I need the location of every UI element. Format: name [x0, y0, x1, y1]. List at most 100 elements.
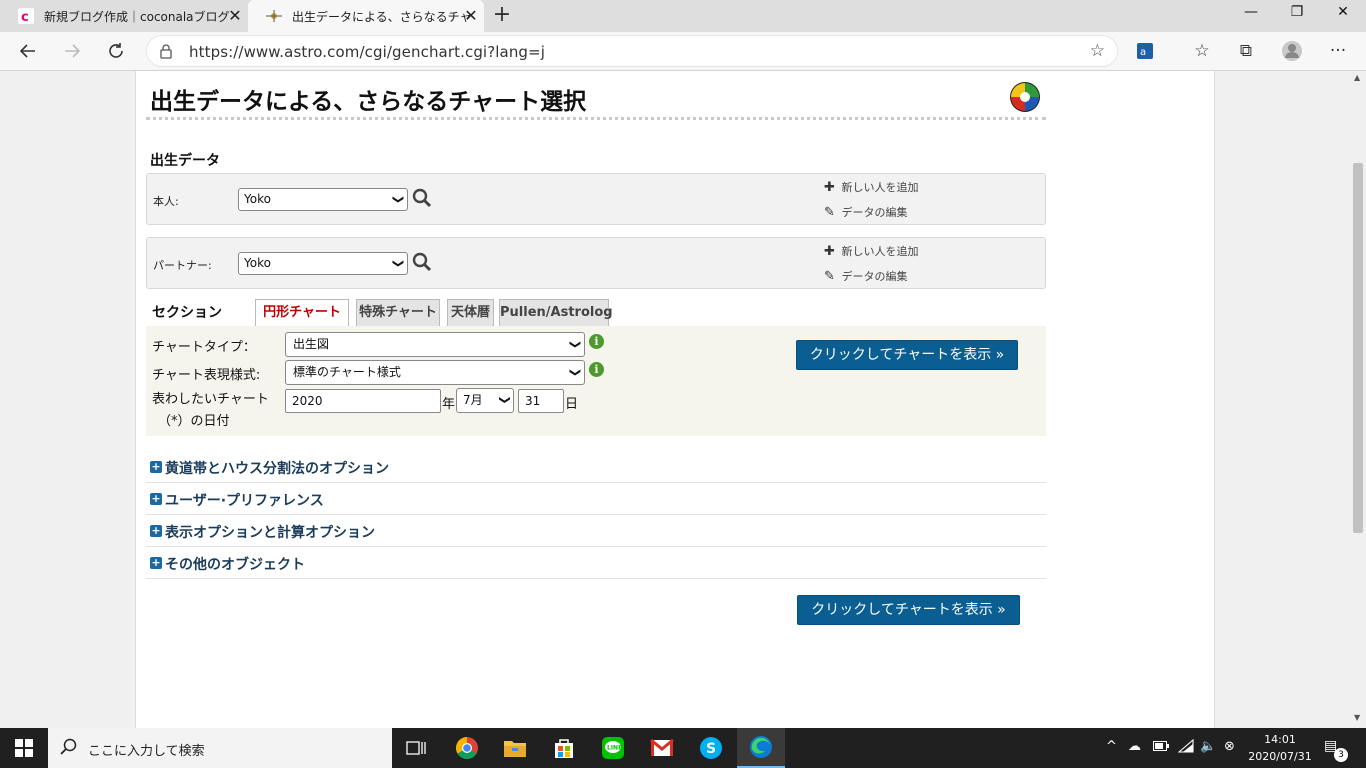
url-text: https://www.astro.com/cgi/genchart.cgi?l…	[189, 43, 545, 61]
date-label-line2: （*）の日付	[158, 414, 230, 429]
wifi-icon[interactable]	[1177, 738, 1194, 757]
address-bar[interactable]: https://www.astro.com/cgi/genchart.cgi?l…	[146, 35, 1118, 67]
scroll-up-icon[interactable]: ▲	[1354, 73, 1360, 82]
accordion-user-preferences[interactable]: + ユーザー·プリファレンス	[146, 483, 1046, 515]
accordion-display-calc-options[interactable]: + 表示オプションと計算オプション	[146, 515, 1046, 547]
taskbar-clock[interactable]: 14:01 2020/07/31	[1244, 731, 1316, 765]
tray-chevron-up-icon[interactable]: ^	[1106, 739, 1117, 754]
search-icon[interactable]	[412, 252, 432, 276]
accordion-other-objects[interactable]: + その他のオブジェクト	[146, 547, 1046, 579]
search-placeholder: ここに入力して検索	[88, 744, 205, 759]
tab-close-icon[interactable]: ✕	[226, 7, 244, 25]
back-arrow-icon[interactable]	[14, 38, 42, 64]
battery-icon[interactable]	[1153, 739, 1169, 755]
favorites-list-icon[interactable]: ☆	[1189, 39, 1215, 63]
edge-icon[interactable]	[737, 728, 785, 768]
person-select-partner[interactable]: Yoko ❯	[238, 252, 408, 275]
coconala-favicon-icon: c	[18, 8, 34, 24]
chart-style-select[interactable]: 標準のチャート様式 ❯	[285, 360, 585, 385]
section-label: セクション	[152, 305, 222, 321]
chrome-icon[interactable]	[443, 728, 491, 768]
scroll-down-icon[interactable]: ▼	[1354, 713, 1360, 722]
favorite-star-icon[interactable]: ☆	[1090, 41, 1105, 61]
day-input[interactable]: 31	[518, 389, 564, 413]
tab-circle-chart[interactable]: 円形チャート	[255, 299, 349, 326]
edit-data-link[interactable]: ✎ データの編集	[824, 268, 908, 284]
tab-pullen-astrolog[interactable]: Pullen/Astrolog	[499, 299, 613, 326]
astrodienst-logo-icon[interactable]	[1009, 81, 1041, 117]
show-chart-button-bottom[interactable]: クリックしてチャートを表示 »	[797, 595, 1020, 625]
extension-icon[interactable]: a	[1132, 39, 1158, 63]
status-x-icon[interactable]: ⊗	[1224, 739, 1235, 754]
accordion-label: 黄道帯とハウス分割法のオプション	[165, 461, 389, 477]
refresh-icon[interactable]	[102, 38, 130, 64]
svg-text:c: c	[21, 10, 29, 24]
plus-icon: ✚	[824, 244, 835, 259]
restore-button[interactable]: ❐	[1274, 0, 1320, 26]
search-icon[interactable]	[412, 188, 432, 212]
gmail-icon[interactable]	[638, 728, 686, 768]
onedrive-cloud-icon[interactable]: ☁	[1128, 739, 1141, 754]
show-chart-button[interactable]: クリックしてチャートを表示 »	[796, 340, 1018, 370]
task-view-icon[interactable]	[392, 728, 440, 768]
accordion-label: ユーザー·プリファレンス	[165, 493, 324, 509]
add-person-link[interactable]: ✚ 新しい人を追加	[824, 179, 919, 195]
accordion-zodiac-house-options[interactable]: + 黄道帯とハウス分割法のオプション	[146, 451, 1046, 483]
tab-close-icon[interactable]: ✕	[462, 7, 480, 25]
browser-tab-astro[interactable]: 出生データによる、さらなるチャート選択 ✕	[248, 0, 484, 32]
collections-icon[interactable]: ⧉	[1233, 39, 1259, 63]
browser-toolbar: https://www.astro.com/cgi/genchart.cgi?l…	[0, 32, 1366, 71]
page-scrollbar[interactable]: ▲ ▼	[1350, 71, 1366, 728]
page-title: 出生データによる、さらなるチャート選択	[150, 89, 587, 115]
tab-special-chart[interactable]: 特殊チャート	[356, 299, 440, 326]
tab-title: 出生データによる、さらなるチャート選択	[292, 9, 470, 24]
select-value: Yoko	[244, 256, 271, 270]
search-icon	[60, 738, 78, 760]
page-viewport: 出生データによる、さらなるチャート選択 出生データ 本人: Yoko ❯ ✚ 新…	[0, 71, 1350, 728]
select-value: 出生図	[293, 337, 330, 351]
volume-icon[interactable]: 🔈	[1200, 739, 1216, 754]
file-explorer-icon[interactable]	[491, 728, 539, 768]
title-divider	[146, 117, 1046, 120]
chart-style-label: チャート表現様式:	[152, 368, 261, 383]
edit-data-text: データの編集	[841, 206, 908, 219]
skype-icon[interactable]: S	[687, 728, 735, 768]
plus-icon: ✚	[824, 180, 835, 195]
scrollbar-thumb[interactable]	[1353, 163, 1363, 533]
clock-time: 14:01	[1264, 733, 1296, 746]
svg-text:LINE: LINE	[607, 745, 622, 752]
minimize-button[interactable]: —	[1228, 0, 1274, 26]
new-tab-button[interactable]: +	[490, 4, 514, 28]
accordion-label: 表示オプションと計算オプション	[165, 525, 375, 541]
line-app-icon[interactable]: LINE	[589, 728, 637, 768]
browser-tab-coconala[interactable]: c 新規ブログ作成｜coconalaブログ ✕	[0, 0, 248, 32]
microsoft-store-icon[interactable]	[540, 728, 588, 768]
profile-avatar-icon[interactable]	[1279, 39, 1305, 63]
notification-count-badge: 3	[1334, 748, 1348, 762]
windows-start-icon[interactable]	[0, 728, 48, 768]
forward-arrow-icon[interactable]	[58, 38, 86, 64]
edit-data-text: データの編集	[841, 270, 908, 283]
chevron-down-icon: ❯	[568, 367, 582, 378]
chevron-down-icon: ❯	[391, 258, 405, 269]
add-person-link[interactable]: ✚ 新しい人を追加	[824, 243, 919, 259]
windows-taskbar: ここに入力して検索 LINE S ^ ☁ 🔈 ⊗ 14:01 2020/07/3…	[0, 728, 1366, 768]
add-person-text: 新しい人を追加	[841, 181, 919, 194]
window-close-button[interactable]: ✕	[1320, 0, 1366, 26]
chart-type-select[interactable]: 出生図 ❯	[285, 332, 585, 357]
lock-icon	[159, 43, 173, 63]
birth-data-heading: 出生データ	[150, 153, 220, 169]
svg-text:S: S	[706, 741, 716, 757]
info-icon[interactable]: i	[589, 362, 604, 377]
edit-icon: ✎	[824, 269, 835, 284]
select-value: Yoko	[244, 192, 271, 206]
tab-ephemeris[interactable]: 天体暦	[447, 299, 494, 326]
year-input[interactable]: 2020	[285, 389, 441, 413]
accordion-label: その他のオブジェクト	[165, 557, 305, 573]
info-icon[interactable]: i	[589, 334, 604, 349]
edit-data-link[interactable]: ✎ データの編集	[824, 204, 908, 220]
more-menu-icon[interactable]: ···	[1325, 39, 1351, 63]
taskbar-search-input[interactable]: ここに入力して検索	[48, 728, 392, 768]
month-select[interactable]: 7月 ❯	[456, 388, 514, 413]
person-select-self[interactable]: Yoko ❯	[238, 188, 408, 211]
